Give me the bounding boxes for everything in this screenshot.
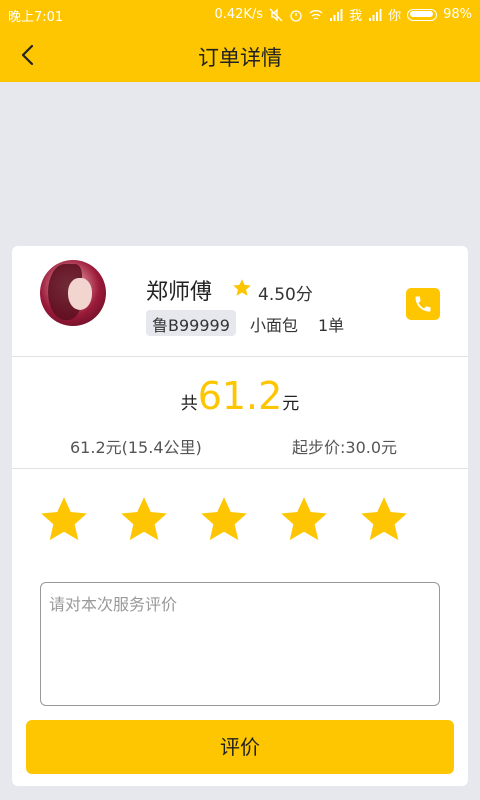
title-bar: 订单详情	[0, 28, 480, 82]
fare-amount: 61.2	[197, 374, 283, 418]
divider	[12, 356, 468, 357]
status-right: 0.42K/s 我 你 98%	[214, 5, 472, 24]
rating-stars	[38, 494, 410, 546]
order-card: 郑师傅 4.50分 鲁B99999 小面包 1单 共61.2元 61.2元(15…	[12, 246, 468, 786]
wifi-icon	[309, 9, 323, 20]
call-driver-button[interactable]	[406, 288, 440, 320]
carrier-2: 你	[388, 9, 402, 24]
star-3-icon[interactable]	[198, 494, 250, 546]
order-count: 1单	[318, 316, 345, 335]
alarm-icon	[290, 9, 302, 22]
star-2-icon[interactable]	[118, 494, 170, 546]
fare-total: 共61.2元	[12, 374, 468, 418]
star-5-icon[interactable]	[358, 494, 410, 546]
rating-star-icon	[233, 279, 251, 296]
phone-icon	[415, 296, 431, 312]
driver-name: 郑师傅	[146, 280, 213, 305]
signal-icon	[330, 8, 343, 21]
vehicle-type: 小面包	[250, 316, 299, 335]
star-4-icon[interactable]	[278, 494, 330, 546]
base-fare: 起步价:30.0元	[292, 438, 398, 457]
star-1-icon[interactable]	[38, 494, 90, 546]
review-input[interactable]	[40, 582, 440, 706]
fare-prefix: 共	[180, 394, 198, 414]
battery-icon	[407, 8, 438, 21]
driver-avatar	[40, 260, 106, 326]
driver-rating: 4.50分	[258, 285, 313, 305]
status-time: 晚上7:01	[8, 10, 64, 25]
signal-icon-2	[369, 8, 382, 21]
submit-review-button[interactable]: 评价	[26, 720, 454, 774]
mute-icon	[269, 7, 283, 22]
fare-suffix: 元	[282, 394, 300, 414]
divider	[12, 468, 468, 469]
network-speed: 0.42K/s	[214, 7, 264, 22]
license-plate: 鲁B99999	[146, 310, 236, 336]
status-bar: 晚上7:01 0.42K/s 我 你 98%	[0, 0, 480, 28]
battery-percent: 98%	[443, 7, 472, 22]
page-title: 订单详情	[198, 46, 282, 70]
fare-detail: 61.2元(15.4公里)	[70, 438, 202, 457]
carrier-1: 我	[349, 9, 363, 24]
